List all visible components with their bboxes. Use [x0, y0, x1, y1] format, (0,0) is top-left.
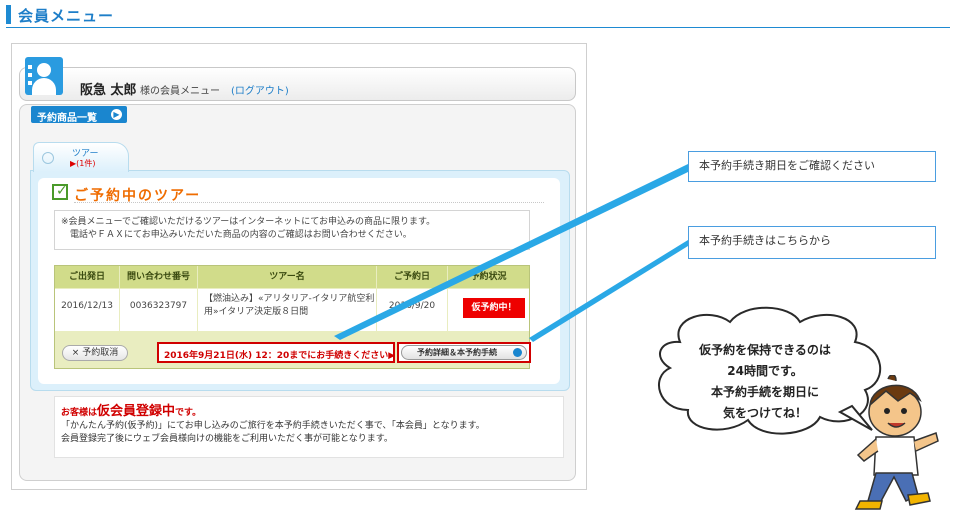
reserved-products-label: 予約商品一覧 — [37, 113, 97, 124]
page-title: 会員メニュー — [18, 7, 115, 25]
cloud-line: 24時間です。 — [727, 364, 803, 378]
cancel-reservation-button[interactable]: × 予約取消 — [62, 345, 128, 361]
mascot-character — [854, 375, 939, 510]
deadline-notice: 2016年9月21日(水) 12：20までにお手続きください▶ — [157, 342, 395, 363]
check-icon: ✓ — [52, 183, 68, 200]
member-status-value: 仮会員登録中 — [97, 404, 176, 419]
column-header: ツアー名 — [198, 266, 376, 288]
member-info-line: 会員登録完了後にウェブ会員様向けの機能をご利用いただく事が可能となります。 — [61, 434, 393, 444]
notice-line: ※会員メニューでご確認いただけるツアーはインターネットにてお申込みの商品に限りま… — [61, 217, 436, 227]
column-header: ご予約日 — [377, 266, 447, 288]
callout-deadline: 本予約手続き期日をご確認ください — [688, 151, 936, 182]
arrow-right-icon: ▶ — [111, 109, 122, 120]
arrow-right-icon — [513, 348, 522, 357]
user-menu-suffix: 様の会員メニュー — [140, 86, 220, 97]
title-divider — [74, 202, 544, 203]
globe-icon — [42, 152, 54, 164]
cloud-line: 本予約手続を期日に — [710, 385, 819, 399]
page-header: 会員メニュー — [0, 0, 960, 28]
member-status-lead: お客様は — [61, 408, 98, 418]
column-header: 問い合わせ番号 — [120, 266, 197, 288]
column-header: 予約状況 — [448, 266, 529, 288]
header-divider — [6, 27, 950, 28]
member-status-end: です。 — [175, 408, 202, 418]
column-header: ご出発日 — [55, 266, 119, 288]
cloud-line: 気をつけてね！ — [722, 406, 807, 420]
logout-link[interactable]: (ログアウト) — [231, 82, 289, 97]
header-accent-bar — [6, 5, 11, 24]
status-badge: 仮予約中！ — [463, 298, 525, 318]
member-status-line: お客様は仮会員登録中です。 — [61, 405, 557, 420]
user-name: 阪急 太郎 — [80, 83, 137, 98]
tour-name-line: 用»イタリア決定版８日間 — [204, 307, 309, 317]
reserved-products-button[interactable]: 予約商品一覧 ▶ — [31, 106, 127, 124]
cell-reserved-date: 2016/9/20 — [377, 289, 447, 331]
member-info-line: 「かんたん予約(仮予約)」にてお申し込みのご旅行を本予約手続きいただく事で、「本… — [61, 421, 485, 431]
user-avatar-icon — [25, 57, 63, 95]
cell-departure: 2016/12/13 — [55, 289, 119, 331]
tab-tour-count: ▶(1件) — [70, 159, 96, 168]
callout-procedure: 本予約手続きはこちらから — [688, 226, 936, 259]
reservation-detail-label: 予約詳細＆本予約手続 — [417, 348, 497, 357]
cloud-line: 仮予約を保持できるのは — [699, 343, 831, 357]
cell-tour-name[interactable]: 【燃油込み】«アリタリア-イタリア航空利 用»イタリア決定版８日間 — [198, 289, 376, 331]
tour-name-line: 【燃油込み】«アリタリア-イタリア航空利 — [204, 294, 375, 304]
notice-line: 電話やＦＡＸにてお申込みいただいた商品の内容のご確認はお問い合わせください。 — [70, 230, 412, 240]
tab-tour[interactable]: ツアー ▶(1件) — [33, 142, 129, 172]
member-status-box: お客様は仮会員登録中です。 「かんたん予約(仮予約)」にてお申し込みのご旅行を本… — [54, 396, 564, 458]
notice-box: ※会員メニューでご確認いただけるツアーはインターネットにてお申込みの商品に限りま… — [54, 210, 530, 250]
cell-inquiry-number: 0036323797 — [120, 289, 197, 331]
reservation-detail-button[interactable]: 予約詳細＆本予約手続 — [401, 345, 527, 360]
